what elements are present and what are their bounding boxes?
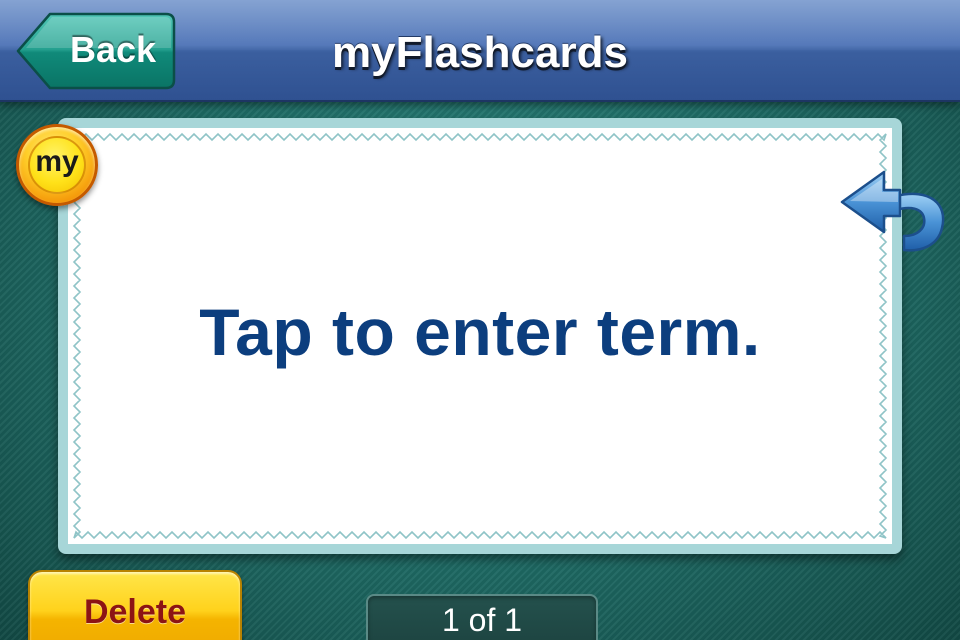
page-indicator-text: 1 of 1 bbox=[441, 602, 523, 638]
flashcard[interactable]: Tap to enter term. bbox=[58, 118, 902, 554]
page-indicator: 1 of 1 bbox=[366, 594, 598, 640]
flashcard-screen: Back myFlashcards Tap to enter term. my bbox=[0, 0, 960, 640]
my-badge-icon: my bbox=[16, 124, 98, 206]
delete-button[interactable]: Delete bbox=[28, 570, 242, 640]
page-title: myFlashcards bbox=[332, 28, 628, 77]
delete-button-label: Delete bbox=[83, 593, 187, 631]
term-placeholder[interactable]: Tap to enter term. bbox=[68, 128, 892, 544]
flip-card-arrow-icon bbox=[840, 170, 945, 252]
back-button-label: Back bbox=[69, 29, 157, 70]
back-button[interactable]: Back bbox=[16, 12, 176, 90]
navigation-bar: Back myFlashcards bbox=[0, 0, 960, 102]
flip-card-button[interactable] bbox=[838, 166, 950, 258]
my-badge-label: my bbox=[28, 136, 86, 194]
